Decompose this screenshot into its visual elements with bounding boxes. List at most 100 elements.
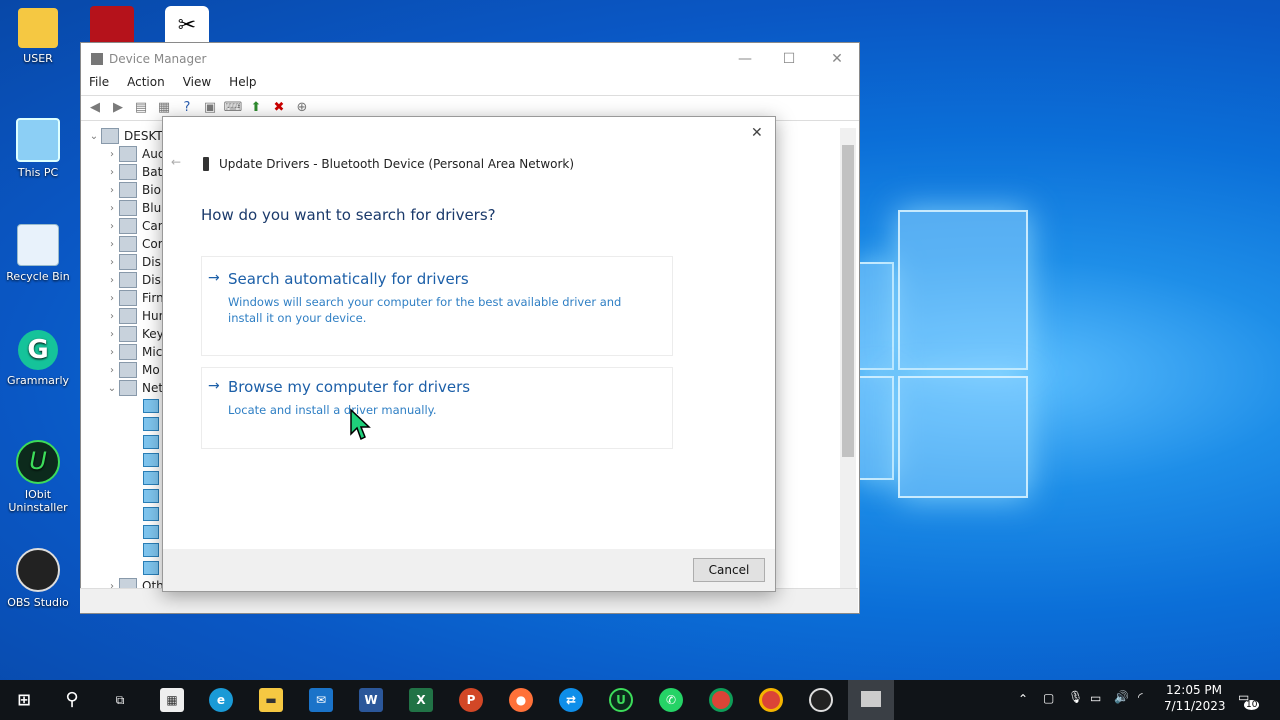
chevron-up-icon[interactable]: ⌃ [1018,692,1028,706]
word-icon[interactable]: W [359,688,383,712]
volume-icon[interactable]: 🔊 [1114,690,1129,704]
chevron-right-icon[interactable]: › [105,167,119,178]
chrome-profile-icon[interactable] [759,688,783,712]
back-icon[interactable]: ◀ [85,99,105,117]
device-category-label: Mo [142,363,160,377]
device-category-label: Bat [142,165,163,179]
scrollbar-thumb[interactable] [842,145,854,457]
edge-icon[interactable]: e [209,688,233,712]
desktop-icon-recycle-bin[interactable]: Recycle Bin [2,224,74,283]
taskbar: ⊞ ⚲ ⧉ ▦ e ▬ ✉ W X P ● ⇄ U ✆ ⌃ ▢ 🎙 ▭ 🔊 ◜ … [0,680,1280,720]
desktop-icon-obs-studio[interactable]: OBS Studio [2,548,74,609]
search-automatically-option[interactable]: → Search automatically for drivers Windo… [201,256,673,356]
menu-action[interactable]: Action [127,75,165,95]
firefox-icon[interactable]: ● [509,688,533,712]
device-category-label: Disl [142,255,165,269]
disable-icon[interactable]: ⊕ [292,99,312,117]
device-category-icon [119,200,137,216]
cancel-button[interactable]: Cancel [693,558,765,582]
option2-description: Locate and install a driver manually. [228,403,437,417]
update-driver-icon[interactable]: ⬆ [246,99,266,117]
monitor-icon [16,118,60,162]
powerpoint-icon[interactable]: P [459,688,483,712]
desktop-icon-grammarly[interactable]: G Grammarly [2,330,74,387]
acrobat-icon[interactable] [90,6,134,42]
chevron-right-icon[interactable]: › [105,221,119,232]
iobit-icon: U [16,440,60,484]
network-adapter-icon [143,543,159,557]
battery-icon[interactable]: ▭ [1090,691,1101,705]
chevron-right-icon[interactable]: › [105,329,119,340]
chevron-right-icon[interactable]: › [105,311,119,322]
chevron-right-icon[interactable]: › [105,275,119,286]
minimize-button[interactable]: — [735,51,755,69]
close-button[interactable]: ✕ [827,51,847,69]
browse-computer-option[interactable]: → Browse my computer for drivers Locate … [201,367,673,449]
chevron-right-icon[interactable]: › [105,185,119,196]
network-adapter-icon [143,471,159,485]
chrome-icon[interactable] [709,688,733,712]
network-adapter-icon [143,417,159,431]
notification-icon[interactable]: ▭ 10 [1238,690,1260,710]
capcut-icon[interactable]: ✂ [165,6,209,42]
chevron-right-icon[interactable]: › [105,203,119,214]
option1-title: Search automatically for drivers [228,270,469,288]
iobit-taskbar-icon[interactable]: U [609,688,633,712]
chevron-right-icon[interactable]: › [105,293,119,304]
chevron-right-icon[interactable]: › [105,149,119,160]
forward-icon[interactable]: ▶ [108,99,128,117]
maximize-button[interactable]: ☐ [779,51,799,69]
task-view-icon[interactable]: ⧉ [108,688,132,712]
grammarly-icon: G [18,330,58,370]
desktop-icon-this-pc[interactable]: This PC [2,118,74,179]
device-category-icon [119,164,137,180]
store-icon[interactable]: ▦ [160,688,184,712]
search-icon[interactable]: ⚲ [60,688,84,712]
wifi-icon[interactable]: ◜ [1138,690,1143,704]
device-category-icon [119,380,137,396]
menu-help[interactable]: Help [229,75,256,95]
menu-file[interactable]: File [89,75,109,95]
menu-view[interactable]: View [183,75,211,95]
device-category-icon [119,308,137,324]
obs-taskbar-icon[interactable] [809,688,833,712]
view-icon[interactable]: ▣ [200,99,220,117]
chevron-right-icon[interactable]: › [105,347,119,358]
chevron-down-icon[interactable]: ⌄ [105,383,119,394]
microphone-icon[interactable]: 🎙 [1068,690,1083,704]
help-icon[interactable]: ? [177,99,197,117]
network-adapter-icon [143,489,159,503]
device-category-icon [119,326,137,342]
chevron-down-icon[interactable]: ⌄ [87,131,101,142]
chevron-right-icon[interactable]: › [105,365,119,376]
arrow-right-icon: → [208,378,220,394]
scan-hardware-icon[interactable]: ⌨ [223,99,243,117]
chevron-right-icon[interactable]: › [105,257,119,268]
file-explorer-icon[interactable]: ▬ [259,688,283,712]
device-category-icon [119,146,137,162]
bluetooth-device-icon [203,157,209,171]
dialog-question: How do you want to search for drivers? [201,206,496,224]
option2-title: Browse my computer for drivers [228,378,471,396]
dialog-close-icon[interactable]: ✕ [751,125,763,141]
excel-icon[interactable]: X [409,688,433,712]
meet-now-icon[interactable]: ▢ [1043,691,1054,705]
teamviewer-icon[interactable]: ⇄ [559,688,583,712]
device-manager-taskbar-button[interactable] [848,680,894,720]
uninstall-icon[interactable]: ✖ [269,99,289,117]
clock[interactable]: 12:05 PM 7/11/2023 [1164,683,1226,713]
desktop-icon-user[interactable]: USER [2,8,74,65]
start-windows-icon[interactable]: ⊞ [12,688,36,712]
dialog-footer: Cancel [163,549,775,591]
user-folder-icon [18,8,58,48]
windows-logo-wallpaper [858,180,1118,520]
back-arrow-icon[interactable]: ← [171,155,181,169]
desktop-icon-iobit-uninstaller[interactable]: U IObit Uninstaller [2,440,74,514]
computer-icon [101,128,119,144]
properties-icon[interactable]: ▤ [131,99,151,117]
mail-icon[interactable]: ✉ [309,688,333,712]
whatsapp-icon[interactable]: ✆ [659,688,683,712]
device-category-icon [119,272,137,288]
console-tree-icon[interactable]: ▦ [154,99,174,117]
chevron-right-icon[interactable]: › [105,239,119,250]
